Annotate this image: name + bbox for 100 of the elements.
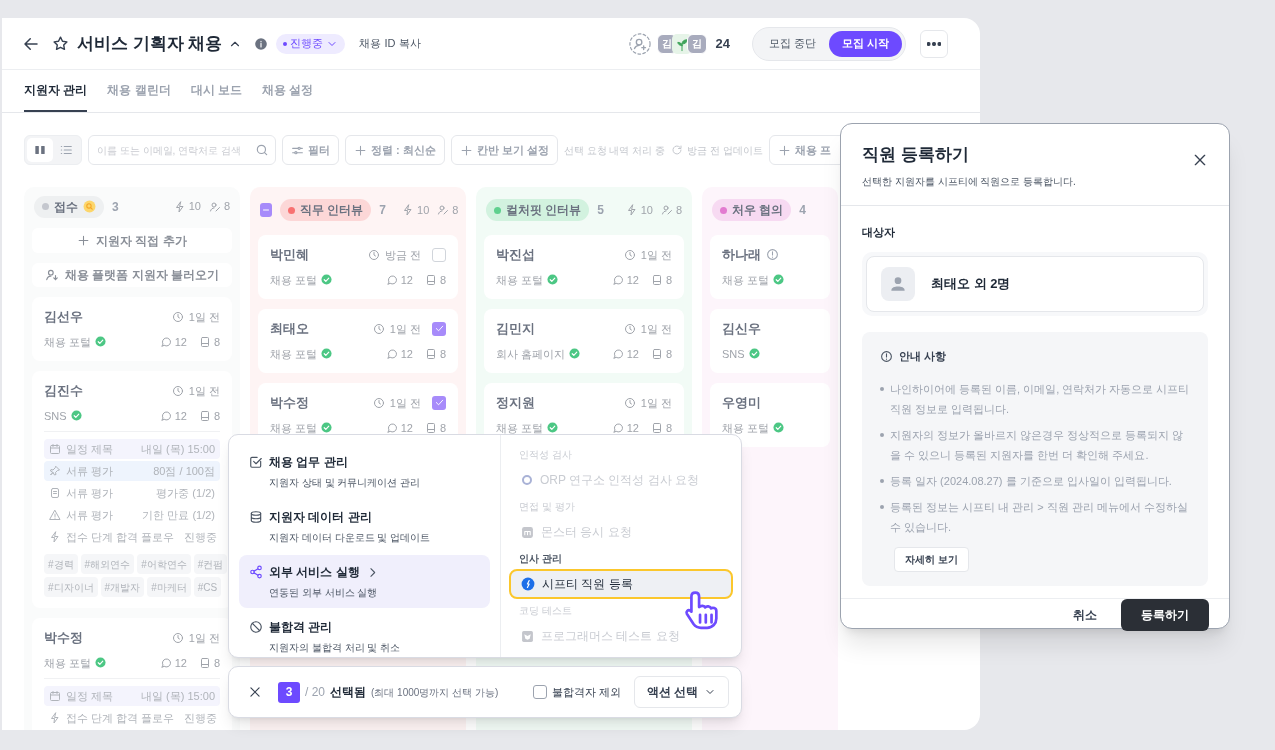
- elapsed-time: 방금 전: [384, 247, 421, 263]
- person-count: 8: [675, 202, 682, 218]
- dialog-title: 직원 등록하기: [862, 144, 970, 166]
- close-button[interactable]: [1192, 152, 1208, 168]
- bolt-icon: [402, 204, 415, 216]
- verified-icon: [321, 274, 333, 286]
- stage-label: 접수: [34, 195, 104, 218]
- column-action-button[interactable]: 채용 플랫폼 지원자 불러오기: [32, 262, 232, 287]
- menu-category[interactable]: 불합격 관리 지원자의 불합격 처리 및 취소: [239, 610, 490, 657]
- toolbar-button[interactable]: 칸반 보기 설정: [450, 135, 558, 165]
- view-option[interactable]: [27, 138, 53, 162]
- selected-count: 3: [278, 681, 300, 703]
- person-icon: [437, 204, 450, 216]
- applicant-source: 채용 포털: [496, 420, 544, 436]
- tab[interactable]: 대시 보드: [190, 70, 243, 112]
- applicant-checkbox[interactable]: [432, 247, 446, 262]
- recruit-toggle-option[interactable]: 모집 시작: [828, 30, 902, 57]
- document-icon: [650, 347, 663, 360]
- menu-category[interactable]: 채용 업무 관리 지원자 상태 및 커뮤니케이션 관리: [239, 445, 490, 498]
- verified-icon: [569, 348, 581, 360]
- ban-icon: [249, 620, 263, 634]
- detail-value: 기한 만료 (1/2): [142, 507, 215, 523]
- total-count: / 20: [305, 684, 325, 701]
- document-icon: [198, 335, 211, 348]
- person-count: 8: [223, 199, 230, 215]
- tab[interactable]: 채용 설정: [262, 70, 314, 112]
- import-person-icon: [45, 267, 59, 282]
- category-description: 지원자 데이터 다운로드 및 업데이트: [268, 531, 432, 545]
- menu-group-title: 인사 관리: [518, 551, 563, 566]
- detail-label: 일정 제목: [66, 441, 114, 457]
- filter-button[interactable]: 필터: [282, 135, 339, 165]
- clock-icon: [171, 310, 184, 323]
- category-title: 외부 서비스 실행: [269, 564, 360, 581]
- copy-id-link[interactable]: 채용 ID 복사: [359, 35, 421, 52]
- elapsed-time: 1일 전: [640, 247, 672, 263]
- service-menu-item[interactable]: 시프티 직원 등록: [509, 569, 733, 599]
- recruit-toggle-option[interactable]: 모집 중단: [755, 30, 829, 57]
- applicant-card[interactable]: 박진섭 1일 전 채용 포털 12 8: [484, 235, 684, 299]
- check-square-icon: [249, 455, 263, 469]
- detail-value: 내일 (목) 15:00: [141, 688, 215, 704]
- more-info-button[interactable]: 자세히 보기: [894, 546, 969, 572]
- stage-label: 컬처핏 인터뷰: [486, 199, 590, 221]
- elapsed-time: 1일 전: [640, 395, 672, 411]
- selection-limit-hint: (최대 1000명까지 선택 가능): [371, 685, 499, 700]
- comment-icon: [385, 421, 398, 434]
- toolbar-button[interactable]: 정렬 : 최신순: [345, 135, 445, 165]
- board-view-icon: [33, 143, 47, 157]
- applicant-card[interactable]: 우영미 채용 포털: [710, 383, 830, 447]
- column-action-button[interactable]: 지원자 직접 추가: [32, 228, 232, 253]
- more-button[interactable]: [920, 29, 948, 58]
- register-button[interactable]: 등록하기: [1121, 598, 1209, 631]
- applicant-card[interactable]: 하나래 채용 포털: [710, 235, 830, 299]
- document-count: 8: [439, 420, 446, 436]
- applicant-card[interactable]: 박민혜 방금 전 채용 포털 12 8: [258, 235, 458, 299]
- detail-value: 진행중: [184, 529, 218, 545]
- clock-icon: [171, 384, 184, 397]
- clock-icon: [623, 396, 636, 409]
- elapsed-time: 1일 전: [389, 321, 421, 337]
- category-title: 지원자 데이터 관리: [269, 509, 372, 526]
- add-member-icon[interactable]: [629, 32, 652, 55]
- category-title: 불합격 관리: [269, 619, 333, 636]
- bolt-icon: [49, 712, 61, 724]
- cancel-button[interactable]: 취소: [1069, 605, 1101, 624]
- stage-count: 5: [597, 202, 605, 219]
- applicant-card[interactable]: 김진수 1일 전 SNS 12 8 일정 제목 내일 (목) 15:00 서류 평가 80점 / 100점 서류 평가 평가중 (1/2) 서류 평가 기한 만료 (1/2) 접수 단계 합격 플로우 진행중 #경력 #해외연수 #어학연수 #컨펌 #디자이너 #개발자 #마케터 #CS: [32, 371, 232, 608]
- document-icon: [424, 347, 437, 360]
- document-icon: [424, 273, 437, 286]
- tab[interactable]: 지원자 관리: [24, 70, 88, 112]
- tab[interactable]: 채용 캘린더: [107, 70, 171, 112]
- applicant-card[interactable]: 박수정 1일 전 채용 포털 12 8 일정 제목 내일 (목) 15:00 접수 단계 합격 플로우 진행중: [32, 618, 232, 730]
- comment-count: 12: [626, 420, 639, 436]
- comment-icon: [385, 273, 398, 286]
- document-icon: [198, 656, 211, 669]
- detail-value: 내일 (목) 15:00: [141, 441, 215, 457]
- tag: #해외연수: [80, 554, 135, 574]
- menu-category[interactable]: 지원자 데이터 관리 지원자 데이터 다운로드 및 업데이트: [239, 500, 490, 553]
- action-select-dropdown[interactable]: 액션 선택: [633, 676, 729, 708]
- person-icon: [208, 200, 221, 213]
- ring-icon: [521, 474, 533, 486]
- status-dropdown[interactable]: 진행중: [276, 33, 346, 54]
- applicant-checkbox[interactable]: [432, 321, 446, 336]
- comment-icon: [159, 656, 172, 669]
- applicant-card[interactable]: 김신우 SNS: [710, 309, 830, 373]
- applicant-card[interactable]: 김선우 1일 전 채용 포털 12 8: [32, 297, 232, 361]
- applicant-name: 김신우: [722, 320, 761, 338]
- select-all-checkbox[interactable]: [260, 203, 272, 217]
- exclude-rejected-checkbox[interactable]: 불합격자 제외: [532, 683, 621, 701]
- applicant-card[interactable]: 김민지 1일 전 회사 홈페이지 12 8: [484, 309, 684, 373]
- plus-icon: [777, 143, 791, 157]
- document-icon: [49, 487, 61, 499]
- applicant-source: 회사 홈페이지: [496, 346, 566, 362]
- applicant-card[interactable]: 최태오 1일 전 채용 포털 12 8: [258, 309, 458, 373]
- applicant-checkbox[interactable]: [432, 395, 446, 410]
- info-icon[interactable]: [254, 36, 269, 51]
- menu-category[interactable]: 외부 서비스 실행 연동된 외부 서비스 실행: [239, 555, 490, 608]
- star-icon[interactable]: [52, 35, 69, 52]
- bolt-count: 10: [417, 202, 430, 218]
- clock-icon: [372, 322, 385, 335]
- bolt-icon: [173, 200, 186, 213]
- bullet-icon: [880, 478, 884, 483]
